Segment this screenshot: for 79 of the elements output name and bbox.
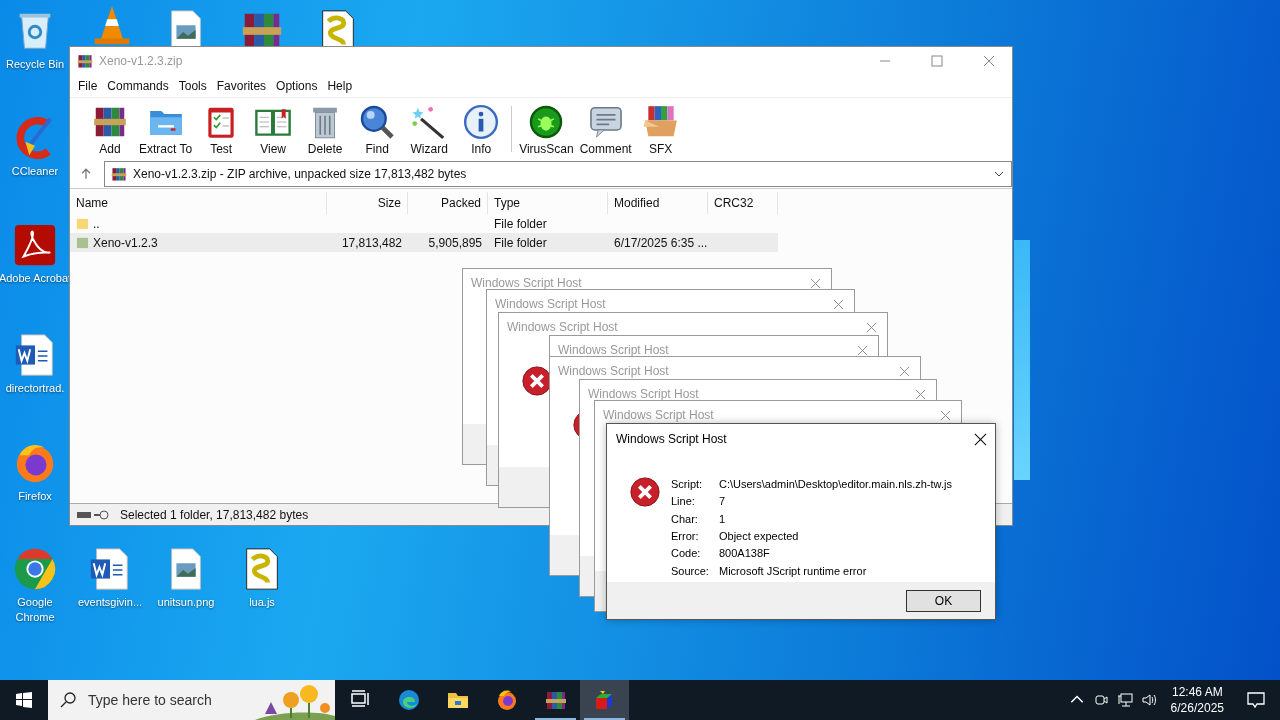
field-label: Error: bbox=[671, 530, 700, 544]
file-name: Xeno-v1.2.3 bbox=[93, 235, 158, 250]
menu-item[interactable]: Commands bbox=[102, 79, 174, 93]
toolbar-button[interactable]: Test bbox=[195, 98, 248, 160]
column-header[interactable]: Name bbox=[70, 192, 327, 214]
field-value: 1 bbox=[719, 512, 727, 527]
toolbar-button[interactable]: VirusScan bbox=[516, 98, 577, 160]
folder-icon bbox=[76, 217, 89, 230]
drive-key-icon bbox=[76, 508, 110, 521]
toolbar-button[interactable]: View bbox=[247, 98, 300, 160]
dialog-title: Windows Script Host bbox=[616, 432, 727, 446]
toolbar-button[interactable]: Wizard bbox=[403, 98, 456, 160]
toolbar-button[interactable]: Comment bbox=[576, 98, 635, 160]
modified-cell: 6/17/2025 6:35 ... bbox=[614, 235, 708, 250]
camera-icon[interactable] bbox=[1092, 692, 1109, 708]
close-icon[interactable] bbox=[974, 432, 987, 446]
fox-globe-icon bbox=[495, 689, 518, 711]
notification-icon[interactable] bbox=[1246, 690, 1266, 710]
toolbar-button[interactable]: Extract To bbox=[136, 98, 196, 160]
toolbar-button[interactable]: SFX bbox=[634, 98, 687, 160]
pdf-icon[interactable] bbox=[12, 222, 58, 268]
field-value: Microsoft JScript runtime error bbox=[719, 564, 868, 579]
column-header[interactable]: Size bbox=[327, 192, 408, 214]
dialog-title: Windows Script Host bbox=[558, 343, 669, 357]
field-label: Char: bbox=[671, 512, 699, 527]
clock-date[interactable]: 6/26/2025 bbox=[1170, 700, 1224, 716]
file-row[interactable]: Xeno-v1.2.3 17,813,482 5,905,895 File folder 6/17/2025 6:35 ... bbox=[70, 233, 778, 252]
search-field[interactable]: Type here to search bbox=[48, 680, 335, 720]
dialog-title: Windows Script Host bbox=[588, 387, 699, 401]
field-label: Line: bbox=[671, 495, 696, 510]
network-icon[interactable] bbox=[1116, 692, 1133, 708]
size-cell: 17,813,482 bbox=[341, 235, 402, 250]
clock-time[interactable]: 12:46 AM bbox=[1171, 684, 1223, 700]
toolbar-button[interactable]: Find bbox=[351, 98, 404, 160]
dialog-title: Windows Script Host bbox=[507, 320, 618, 334]
column-header[interactable]: Type bbox=[488, 192, 608, 214]
toolbar-button[interactable]: Delete bbox=[299, 98, 352, 160]
type-cell: File folder bbox=[494, 235, 547, 250]
field-value: C:\Users\admin\Desktop\editor.main.nls.zh-tw.js bbox=[719, 478, 952, 492]
file-row[interactable]: .. File folder bbox=[70, 214, 778, 233]
type-cell: File folder bbox=[494, 216, 547, 231]
desktop-icon-label[interactable]: Recycle Bin bbox=[5, 57, 65, 72]
dialog-title: Windows Script Host bbox=[558, 364, 669, 378]
menu-item[interactable]: Favorites bbox=[211, 79, 272, 93]
status-text: Selected 1 folder, 17,813,482 bytes bbox=[120, 507, 309, 522]
menu-item[interactable]: Help bbox=[322, 79, 358, 93]
menu-item[interactable]: Tools bbox=[173, 79, 212, 93]
speaker-icon[interactable] bbox=[1140, 692, 1157, 708]
books-icon bbox=[77, 53, 93, 69]
books-icon bbox=[544, 689, 567, 711]
field-value: Object expected bbox=[719, 530, 800, 544]
column-header[interactable]: Packed bbox=[408, 192, 488, 214]
menu-item[interactable]: File bbox=[73, 79, 103, 93]
edge-icon bbox=[397, 689, 420, 711]
toolbar-button[interactable]: Info bbox=[455, 98, 508, 160]
toolbar-button[interactable]: Add bbox=[84, 98, 136, 160]
address-field[interactable]: Xeno-v1.2.3.zip - ZIP archive, unpacked size 17,813,482 bytes bbox=[104, 161, 1012, 187]
search-icon bbox=[60, 692, 76, 708]
info-icon bbox=[462, 102, 501, 141]
error-icon bbox=[629, 476, 661, 508]
field-value: 7 bbox=[719, 495, 727, 510]
window-title: Xeno-v1.2.3.zip bbox=[99, 54, 183, 68]
column-header[interactable]: Modified bbox=[608, 192, 708, 214]
ok-button[interactable]: OK bbox=[906, 589, 981, 612]
dialog-title: Windows Script Host bbox=[471, 276, 582, 290]
dialog-title: Windows Script Host bbox=[495, 297, 606, 311]
archive-folder-icon bbox=[76, 236, 89, 249]
field-label: Code: bbox=[671, 547, 702, 562]
dialog-title: Windows Script Host bbox=[603, 408, 714, 422]
packed-cell: 5,905,895 bbox=[428, 235, 482, 250]
field-label: Script: bbox=[671, 478, 704, 492]
file-name: .. bbox=[93, 216, 100, 231]
column-header[interactable]: CRC32 bbox=[708, 192, 778, 214]
books-icon bbox=[111, 166, 127, 182]
chrome-icon[interactable] bbox=[12, 546, 58, 592]
field-value: 800A138F bbox=[719, 547, 771, 562]
windows-logo-icon[interactable] bbox=[16, 692, 32, 708]
field-label: Source: bbox=[671, 564, 710, 579]
menu-item[interactable]: Options bbox=[271, 79, 323, 93]
